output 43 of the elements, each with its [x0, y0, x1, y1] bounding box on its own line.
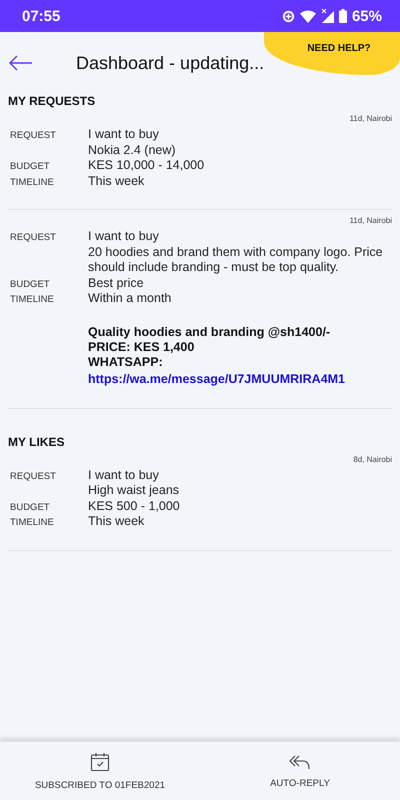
status-time: 07:55	[22, 8, 60, 24]
post-meta: 8d, Nairobi	[352, 454, 392, 464]
battery-icon	[338, 9, 347, 23]
field-label: BUDGET	[10, 500, 51, 514]
field-label: REQUEST	[10, 129, 57, 143]
field-value: I want to buy	[88, 229, 160, 244]
field-value: 20 hoodies and brand them with company logo. Price should include branding - must be top quality.	[88, 244, 384, 276]
section-heading: MY LIKES	[8, 434, 66, 448]
field-value: KES 10,000 - 14,000	[88, 158, 206, 174]
wifi-icon	[300, 10, 316, 22]
field-value: This week	[88, 514, 146, 530]
field-label: TIMELINE	[10, 176, 55, 189]
field-value: High waist jeans	[88, 483, 180, 498]
field-value: Within a month	[88, 291, 172, 306]
field-label: REQUEST	[10, 231, 57, 245]
data-saver-icon	[282, 10, 295, 22]
signal-icon	[320, 9, 334, 23]
battery-percentage: 65%	[352, 8, 382, 24]
field-value: I want to buy	[88, 127, 160, 142]
calendar-icon	[90, 752, 110, 772]
page-title: Dashboard - updating...	[76, 52, 264, 74]
field-label: TIMELINE	[10, 516, 55, 530]
field-value: KES 500 - 1,000	[88, 498, 181, 514]
offer-text: Quality hoodies and branding @sh1400/-	[88, 324, 332, 340]
field-label: BUDGET	[10, 160, 51, 174]
reply-all-icon	[289, 754, 311, 770]
nav-button[interactable]: AUTO-REPLY	[200, 742, 400, 800]
section-heading: MY REQUESTS	[8, 94, 96, 108]
field-label: BUDGET	[10, 278, 51, 291]
offer-text: PRICE: KES 1,400	[88, 340, 196, 354]
field-label: REQUEST	[10, 470, 57, 484]
field-value: I want to buy	[88, 468, 160, 483]
whatsapp-link[interactable]: https://wa.me/message/U7JMUUMRIRA4M1	[88, 372, 346, 386]
back-button[interactable]	[9, 55, 33, 71]
field-value: This week	[88, 174, 146, 189]
field-value: Best price	[88, 276, 145, 291]
help-button[interactable]: NEED HELP?	[264, 32, 400, 75]
offer-text: WHATSAPP:	[88, 354, 164, 370]
field-value: Nokia 2.4 (new)	[88, 142, 177, 158]
nav-button[interactable]: SUBSCRIBED TO 01FEB2021	[0, 742, 200, 800]
post-meta: 11d, Nairobi	[348, 216, 392, 225]
field-label: TIMELINE	[10, 293, 55, 306]
post-meta: 11d, Nairobi	[348, 114, 392, 123]
